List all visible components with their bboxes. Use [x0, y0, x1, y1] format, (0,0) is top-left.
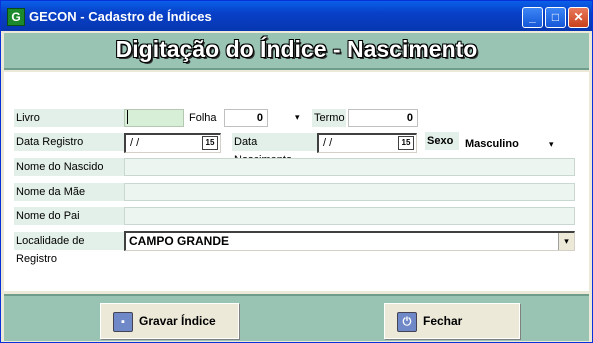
nome-mae-input[interactable]	[124, 183, 575, 201]
page-heading: Digitação do Índice - Nascimento	[115, 36, 478, 62]
gravar-indice-label: Gravar Índice	[139, 314, 216, 328]
header-band: Digitação do Índice - Nascimento	[4, 33, 589, 70]
sexo-dropdown-arrow-icon[interactable]: ▾	[549, 139, 554, 150]
power-icon: ⏻	[397, 312, 417, 332]
data-registro-label: Data Registro	[14, 133, 124, 151]
gravar-indice-button[interactable]: ▪ Gravar Índice	[100, 303, 239, 339]
nome-mae-label: Nome da Mãe	[14, 183, 124, 201]
footer-band: ▪ Gravar Índice ⏻ Fechar	[4, 294, 589, 341]
maximize-button[interactable]: □	[545, 7, 566, 28]
nome-nascido-input[interactable]	[124, 158, 575, 176]
localidade-dropdown-arrow-icon[interactable]: ▾	[558, 233, 574, 250]
title-bar[interactable]: G GECON - Cadastro de Índices _ □ ✕	[1, 1, 592, 31]
fechar-button[interactable]: ⏻ Fechar	[384, 303, 520, 339]
livro-label: Livro	[14, 109, 124, 127]
main-window: G GECON - Cadastro de Índices _ □ ✕ Digi…	[0, 0, 593, 343]
termo-input[interactable]: 0	[348, 109, 418, 127]
calendar-icon[interactable]: 15	[398, 136, 414, 150]
window-title: GECON - Cadastro de Índices	[29, 9, 212, 24]
folha-dropdown-arrow-icon[interactable]: ▾	[295, 112, 300, 123]
data-nascimento-value: / /	[323, 137, 333, 149]
text-caret	[127, 110, 128, 124]
floppy-disk-icon: ▪	[113, 312, 133, 332]
localidade-select[interactable]: CAMPO GRANDE ▾	[124, 231, 575, 251]
folha-input[interactable]: 0	[224, 109, 268, 127]
data-nascimento-label: Data Nascimento	[232, 133, 318, 166]
data-registro-input[interactable]: / / 15	[124, 133, 221, 153]
localidade-value: CAMPO GRANDE	[129, 234, 230, 248]
sexo-select[interactable]: Masculino	[465, 135, 535, 153]
calendar-icon[interactable]: 15	[202, 136, 218, 150]
localidade-label: Localidade de Registro	[14, 232, 124, 265]
gecon-app-icon: G	[7, 8, 25, 26]
nome-pai-label: Nome do Pai	[14, 207, 124, 225]
fechar-label: Fechar	[423, 314, 463, 328]
livro-input[interactable]	[124, 109, 184, 127]
minimize-button[interactable]: _	[522, 7, 543, 28]
data-registro-value: / /	[130, 137, 140, 149]
close-button[interactable]: ✕	[568, 7, 589, 28]
sexo-label: Sexo	[425, 132, 459, 150]
form-area	[4, 72, 589, 291]
termo-label: Termo	[312, 109, 346, 127]
nome-nascido-label: Nome do Nascido	[14, 158, 124, 176]
data-nascimento-input[interactable]: / / 15	[317, 133, 417, 153]
nome-pai-input[interactable]	[124, 207, 575, 225]
folha-label: Folha	[189, 112, 217, 124]
